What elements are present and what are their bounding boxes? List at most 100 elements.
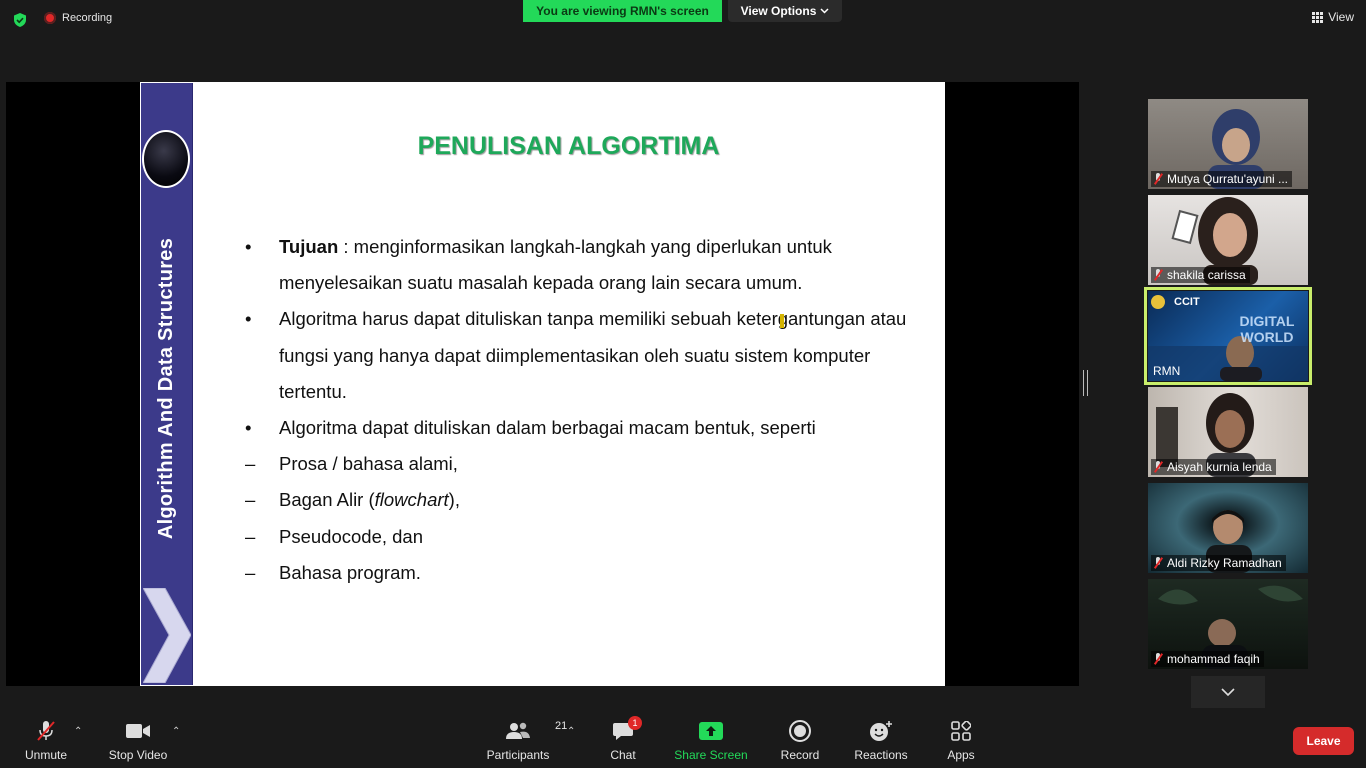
record-dot-icon [44, 12, 56, 24]
view-options-label: View Options [740, 4, 817, 18]
participant-name-tag: RMN [1151, 363, 1184, 379]
slide-subitem: – Pseudocode, dan [245, 519, 925, 555]
participant-name: Aisyah kurnia lenda [1167, 460, 1272, 474]
participant-tile[interactable]: mohammad faqih [1148, 579, 1308, 669]
audio-options-caret-icon[interactable]: ⌃ [74, 726, 82, 737]
slide-bullet: • Algoritma harus dapat dituliskan tanpa… [245, 301, 925, 410]
participant-tile-active-speaker[interactable]: CCIT DIGITAL WORLD RMN [1144, 287, 1312, 385]
recording-label: Recording [62, 12, 113, 24]
participants-label: Participants [486, 748, 550, 762]
bullet-bold-term: Tujuan [279, 236, 339, 257]
participant-tile[interactable]: Mutya Qurratu'ayuni ... [1148, 99, 1308, 189]
unmute-label: Unmute [24, 748, 68, 762]
dash-marker: – [245, 561, 256, 583]
view-label: View [1328, 10, 1354, 24]
dash-marker: – [245, 525, 256, 547]
chat-button[interactable]: 1 Chat [604, 712, 642, 768]
subitem-text: Bahasa program. [279, 561, 421, 583]
bullet-text: : menginformasikan langkah-langkah yang … [279, 236, 832, 294]
shield-icon[interactable] [12, 12, 28, 28]
muted-mic-icon [1153, 557, 1163, 569]
apps-icon [951, 721, 971, 741]
meeting-toolbar: Unmute ⌃ Stop Video ⌃ 21 Participants ⌃ … [0, 712, 1366, 768]
slide-side-band: Algorithm And Data Structures [141, 83, 193, 685]
top-bar: Recording You are viewing RMN's screen V… [0, 0, 1366, 40]
gallery-next-page-button[interactable] [1191, 676, 1265, 708]
virtual-bg-logo-text: CCIT [1174, 296, 1200, 308]
bullet-marker: • [245, 308, 252, 330]
text-cursor-icon [780, 314, 784, 328]
participants-button[interactable]: 21 Participants [484, 712, 568, 768]
smiley-plus-icon [870, 721, 892, 741]
subitem-text: Bagan Alir ( [279, 489, 375, 511]
slide-bullet-list: • Tujuan : menginformasikan langkah-lang… [245, 229, 925, 591]
slide-subitem: – Bagan Alir (flowchart), [245, 482, 925, 518]
bullet-marker: • [245, 236, 252, 257]
share-screen-button[interactable]: Share Screen [673, 712, 749, 768]
participant-name-tag: shakila carissa [1151, 267, 1250, 283]
participant-tile[interactable]: shakila carissa [1148, 195, 1308, 285]
participant-tile[interactable]: Aisyah kurnia lenda [1148, 387, 1308, 477]
bullet-marker: • [245, 417, 252, 439]
muted-mic-icon [1153, 173, 1163, 185]
share-screen-label: Share Screen [674, 748, 748, 762]
participant-tile[interactable]: Aldi Rizky Ramadhan [1148, 483, 1308, 573]
muted-mic-icon [1153, 269, 1163, 281]
subitem-text: Prosa / bahasa alami, [279, 453, 458, 475]
reactions-label: Reactions [854, 748, 908, 762]
chat-label: Chat [610, 748, 636, 762]
slide-bullet: • Algoritma dapat dituliskan dalam berba… [245, 410, 925, 446]
participant-name-tag: Aldi Rizky Ramadhan [1151, 555, 1286, 571]
participant-name: mohammad faqih [1167, 652, 1260, 666]
participant-name-tag: mohammad faqih [1151, 651, 1264, 667]
subitem-text: ), [448, 489, 460, 511]
reactions-button[interactable]: Reactions [852, 712, 910, 768]
view-button[interactable]: View [1312, 10, 1354, 24]
globe-logo [142, 130, 190, 188]
participants-icon [506, 722, 530, 739]
apps-label: Apps [947, 748, 975, 762]
participants-count: 21 [555, 720, 568, 732]
chevron-down-icon [1221, 688, 1235, 696]
dash-marker: – [245, 489, 256, 511]
slide-bullet: • Tujuan : menginformasikan langkah-lang… [245, 229, 925, 301]
participant-name: Mutya Qurratu'ayuni ... [1167, 172, 1289, 186]
stop-video-label: Stop Video [108, 748, 168, 762]
chevron-right-icon [143, 588, 191, 683]
slide-subitem: – Prosa / bahasa alami, [245, 446, 925, 482]
viewing-banner: You are viewing RMN's screen [523, 0, 722, 22]
record-icon [789, 720, 811, 742]
splitter-handle[interactable] [1083, 370, 1088, 396]
chevron-down-icon [820, 8, 829, 14]
subitem-italic: flowchart [374, 489, 449, 511]
stop-video-button[interactable]: Stop Video [104, 712, 172, 768]
slide-side-title: Algorithm And Data Structures [155, 237, 178, 539]
slide-subitem: – Bahasa program. [245, 555, 925, 591]
participant-name: shakila carissa [1167, 268, 1246, 282]
grid-view-icon [1312, 11, 1324, 23]
apps-button[interactable]: Apps [942, 712, 980, 768]
participants-options-caret-icon[interactable]: ⌃ [567, 726, 575, 737]
shared-screen[interactable]: Algorithm And Data Structures PENULISAN … [6, 82, 1079, 686]
unmute-button[interactable]: Unmute [18, 712, 74, 768]
recording-indicator[interactable]: Recording [44, 12, 112, 24]
muted-mic-icon [1153, 653, 1163, 665]
slide-title: PENULISAN ALGORTIMA [417, 132, 720, 160]
participant-name-tag: Mutya Qurratu'ayuni ... [1151, 171, 1293, 187]
muted-microphone-icon [37, 721, 55, 741]
presentation-slide: Algorithm And Data Structures PENULISAN … [140, 82, 945, 686]
bullet-text: Algoritma harus dapat dituliskan tanpa m… [279, 308, 907, 402]
leave-button[interactable]: Leave [1293, 727, 1354, 755]
participant-name: Aldi Rizky Ramadhan [1167, 556, 1282, 570]
chat-unread-badge: 1 [628, 716, 642, 730]
dash-marker: – [245, 453, 256, 475]
virtual-bg-headline: DIGITAL WORLD [1239, 313, 1295, 345]
record-button[interactable]: Record [778, 712, 822, 768]
video-options-caret-icon[interactable]: ⌃ [172, 726, 180, 737]
participant-name-tag: Aisyah kurnia lenda [1151, 459, 1276, 475]
muted-mic-icon [1153, 461, 1163, 473]
view-options-button[interactable]: View Options [728, 0, 842, 22]
share-screen-icon [699, 722, 723, 740]
video-camera-icon [126, 724, 150, 738]
bullet-text: Algoritma dapat dituliskan dalam berbaga… [279, 417, 816, 439]
